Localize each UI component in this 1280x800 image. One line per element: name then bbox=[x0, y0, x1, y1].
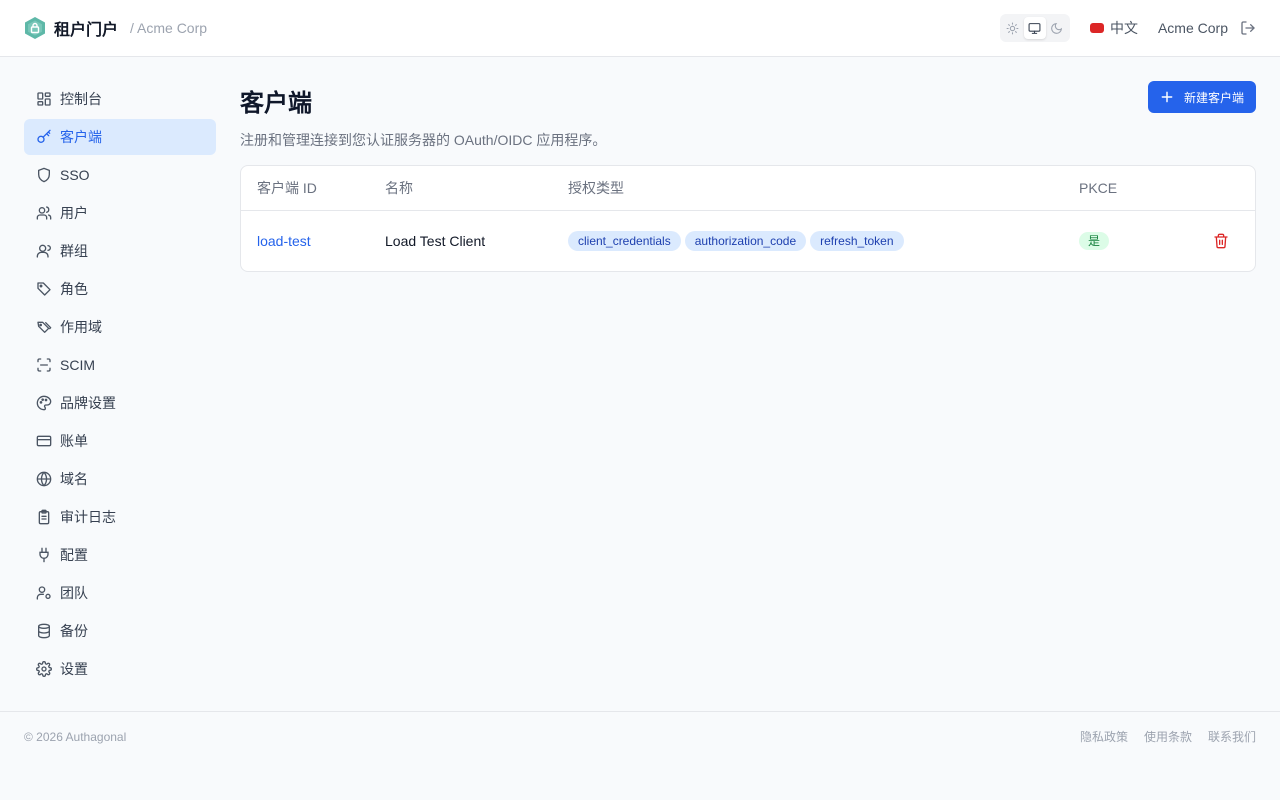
credit-card-icon bbox=[36, 435, 52, 447]
grant-types: client_credentials authorization_code re… bbox=[568, 211, 908, 271]
flag-icon bbox=[1089, 23, 1104, 33]
tag-icon bbox=[37, 282, 51, 296]
monitor-icon bbox=[1029, 22, 1041, 34]
column-header-grant-types: 授权类型 bbox=[568, 180, 624, 196]
page-title: 客户端 bbox=[240, 90, 312, 117]
globe-icon bbox=[36, 471, 52, 487]
sidebar-item-groups[interactable]: 群组 bbox=[24, 233, 216, 269]
sidebar-item-label: 品牌设置 bbox=[60, 395, 116, 411]
clients-table: 客户端 ID 名称 授权类型 PKCE load-test Load Test … bbox=[240, 165, 1256, 272]
language-label: 中文 bbox=[1109, 20, 1138, 36]
theme-light-button[interactable] bbox=[1002, 17, 1024, 39]
users-icon bbox=[36, 206, 52, 220]
shield-lock-logo-icon bbox=[25, 17, 45, 39]
tags-icon bbox=[37, 321, 52, 333]
sidebar-item-label: 配置 bbox=[60, 547, 88, 563]
table-header: 客户端 ID 名称 授权类型 PKCE bbox=[241, 166, 1255, 211]
database-icon bbox=[38, 623, 50, 639]
sidebar-item-domains[interactable]: 域名 bbox=[24, 461, 216, 497]
table-row: load-test Load Test Client client_creden… bbox=[241, 211, 1255, 271]
copyright: © 2026 Authagonal bbox=[24, 729, 127, 744]
footer-link-terms[interactable]: 使用条款 bbox=[1144, 728, 1192, 745]
sidebar-item-scopes[interactable]: 作用域 bbox=[24, 309, 216, 345]
sidebar-item-audit-log[interactable]: 审计日志 bbox=[24, 499, 216, 535]
sidebar-item-label: 审计日志 bbox=[60, 509, 116, 525]
theme-dark-button[interactable] bbox=[1046, 17, 1068, 39]
clipboard-icon bbox=[38, 509, 50, 525]
logout-icon bbox=[1241, 21, 1255, 35]
footer-link-contact[interactable]: 联系我们 bbox=[1208, 728, 1256, 745]
column-header-name: 名称 bbox=[385, 180, 413, 196]
sidebar-item-config[interactable]: 配置 bbox=[24, 537, 216, 573]
sidebar-item-label: 群组 bbox=[60, 243, 88, 259]
scan-icon bbox=[37, 358, 51, 372]
sidebar-item-label: 用户 bbox=[60, 205, 88, 221]
footer: © 2026 Authagonal 隐私政策 使用条款 联系我们 bbox=[0, 711, 1280, 761]
shield-icon bbox=[38, 167, 50, 183]
trash-icon bbox=[1214, 233, 1228, 249]
delete-client-button[interactable] bbox=[1213, 233, 1229, 249]
new-client-label: 新建客户端 bbox=[1183, 90, 1244, 105]
logout-button[interactable] bbox=[1240, 20, 1256, 36]
main-content: 客户端 注册和管理连接到您认证服务器的 OAuth/OIDC 应用程序。 新建客… bbox=[240, 81, 1256, 272]
top-header: 租户门户 / Acme Corp 中文 Acme Corp bbox=[0, 0, 1280, 57]
sidebar-item-label: 域名 bbox=[60, 471, 88, 487]
footer-links: 隐私政策 使用条款 联系我们 bbox=[1064, 728, 1256, 745]
sidebar-item-label: 控制台 bbox=[60, 91, 102, 107]
sidebar-item-label: 团队 bbox=[60, 585, 88, 601]
dashboard-icon bbox=[37, 92, 51, 106]
gear-icon bbox=[36, 661, 52, 677]
moon-icon bbox=[1051, 22, 1063, 34]
sidebar-item-label: 设置 bbox=[60, 661, 88, 677]
sidebar-item-clients[interactable]: 客户端 bbox=[24, 119, 216, 155]
sidebar-item-label: 账单 bbox=[60, 433, 88, 449]
palette-icon bbox=[36, 395, 52, 411]
theme-toggle bbox=[999, 14, 1070, 42]
language-switcher[interactable]: 中文 bbox=[1089, 18, 1138, 38]
sidebar-item-roles[interactable]: 角色 bbox=[24, 271, 216, 307]
app-title: 租户门户 bbox=[54, 22, 119, 39]
tenant-breadcrumb: / Acme Corp bbox=[130, 20, 208, 36]
sidebar-item-branding[interactable]: 品牌设置 bbox=[24, 385, 216, 421]
key-icon bbox=[37, 129, 51, 143]
sidebar-item-scim[interactable]: SCIM bbox=[24, 347, 216, 383]
column-header-pkce: PKCE bbox=[1079, 180, 1118, 196]
grant-type-pill: client_credentials bbox=[568, 231, 681, 251]
sidebar-item-label: SSO bbox=[60, 167, 90, 183]
plug-icon bbox=[39, 547, 49, 563]
sidebar-item-billing[interactable]: 账单 bbox=[24, 423, 216, 459]
sidebar-item-settings[interactable]: 设置 bbox=[24, 651, 216, 687]
theme-system-button[interactable] bbox=[1023, 17, 1046, 39]
grant-type-pill: authorization_code bbox=[684, 231, 807, 251]
footer-link-privacy[interactable]: 隐私政策 bbox=[1080, 728, 1128, 745]
sidebar-item-dashboard[interactable]: 控制台 bbox=[24, 81, 216, 117]
brand[interactable]: 租户门户 / Acme Corp bbox=[24, 16, 207, 40]
column-header-client-id: 客户端 ID bbox=[257, 180, 317, 196]
team-icon bbox=[36, 586, 51, 600]
user-group-icon bbox=[36, 244, 51, 258]
grant-type-pill: refresh_token bbox=[810, 231, 904, 251]
sidebar-item-label: 作用域 bbox=[60, 319, 102, 335]
client-name: Load Test Client bbox=[385, 233, 486, 249]
sun-icon bbox=[1007, 22, 1019, 34]
sidebar-item-sso[interactable]: SSO bbox=[24, 157, 216, 193]
client-id-link[interactable]: load-test bbox=[257, 233, 311, 249]
sidebar-item-backup[interactable]: 备份 bbox=[24, 613, 216, 649]
sidebar-nav: 控制台 客户端 SSO 用户 群组 角色 作用域 SCIM 品牌设置 账单 域名 bbox=[24, 81, 216, 689]
sidebar-item-users[interactable]: 用户 bbox=[24, 195, 216, 231]
pkce-status-badge: 是 bbox=[1079, 232, 1110, 250]
sidebar-item-team[interactable]: 团队 bbox=[24, 575, 216, 611]
new-client-button[interactable]: 新建客户端 bbox=[1147, 81, 1256, 113]
page-description: 注册和管理连接到您认证服务器的 OAuth/OIDC 应用程序。 bbox=[240, 132, 607, 148]
account-name[interactable]: Acme Corp bbox=[1158, 20, 1228, 36]
sidebar-item-label: 角色 bbox=[60, 281, 88, 297]
sidebar-item-label: SCIM bbox=[60, 357, 95, 373]
header-actions: 中文 Acme Corp bbox=[999, 14, 1256, 42]
sidebar-item-label: 客户端 bbox=[60, 129, 102, 145]
sidebar-item-label: 备份 bbox=[60, 623, 88, 639]
plus-icon bbox=[1161, 91, 1173, 103]
